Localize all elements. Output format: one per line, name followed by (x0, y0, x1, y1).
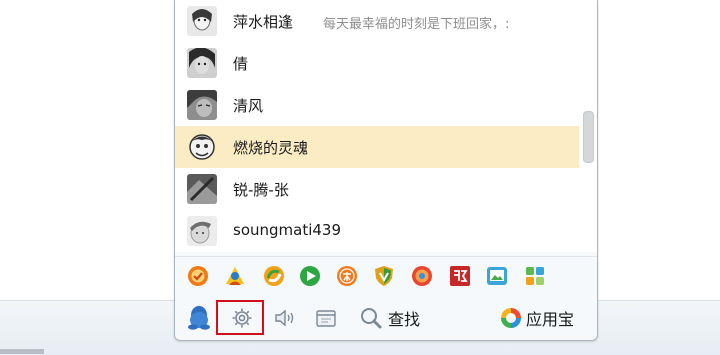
contact-item[interactable]: 清风 (175, 84, 579, 126)
avatar (187, 6, 217, 36)
contact-item[interactable]: 倩 (175, 42, 579, 84)
avatar (187, 90, 217, 120)
search-label: 查找 (388, 310, 421, 329)
refresh-app-icon[interactable] (263, 265, 285, 287)
avatar (187, 132, 217, 162)
contact-item[interactable]: 锐-腾-张 (175, 168, 579, 210)
app-launcher-row (175, 256, 597, 295)
free-app-icon[interactable] (336, 265, 358, 287)
contact-list: 萍水相逢 每天最幸福的时刻是下班回家，: 倩 清风 燃烧的灵魂 锐-腾-张 so… (175, 0, 579, 252)
contact-status: 每天最幸福的时刻是下班回家，: (323, 17, 510, 32)
photo-app-icon[interactable] (486, 265, 508, 287)
contact-name: 燃烧的灵魂 (233, 139, 309, 157)
contact-item[interactable]: soungmati439 (175, 210, 579, 252)
contact-item-selected[interactable]: 燃烧的灵魂 (175, 126, 579, 168)
appstore-icon (501, 308, 521, 328)
contact-item[interactable]: 萍水相逢 每天最幸福的时刻是下班回家，: (175, 0, 579, 42)
contact-name: 锐-腾-张 (233, 181, 289, 199)
contact-name: soungmati439 (233, 221, 342, 239)
search-button[interactable]: 查找 (359, 305, 420, 331)
qq-menu-icon[interactable] (187, 305, 211, 331)
person-app-icon[interactable] (224, 265, 246, 287)
search-icon (361, 308, 382, 329)
contact-list-scrollbar[interactable] (579, 0, 597, 252)
scrollbar-thumb[interactable] (583, 111, 594, 163)
speaker-icon[interactable] (273, 305, 297, 331)
main-toolbar: 查找 应用宝 (175, 298, 597, 340)
target-app-icon[interactable] (411, 265, 433, 287)
play-app-icon[interactable] (299, 265, 321, 287)
file-manager-icon[interactable] (315, 305, 337, 331)
qq-main-panel: 萍水相逢 每天最幸福的时刻是下班回家，: 倩 清风 燃烧的灵魂 锐-腾-张 so… (174, 0, 598, 341)
grid-app-icon[interactable] (524, 265, 546, 287)
contact-name: 萍水相逢 (233, 13, 294, 31)
taskbar-edge (0, 349, 44, 354)
contact-name: 清风 (233, 97, 264, 115)
app-store-button[interactable]: 应用宝 (499, 305, 574, 331)
contact-name: 倩 (233, 55, 249, 73)
avatar (187, 48, 217, 78)
check-app-icon[interactable] (187, 265, 209, 287)
settings-gear-icon[interactable] (231, 305, 253, 331)
avatar (187, 174, 217, 204)
app-store-label: 应用宝 (526, 310, 575, 329)
stock-app-icon[interactable] (449, 265, 471, 287)
avatar (187, 216, 217, 246)
shield-app-icon[interactable] (373, 265, 395, 287)
